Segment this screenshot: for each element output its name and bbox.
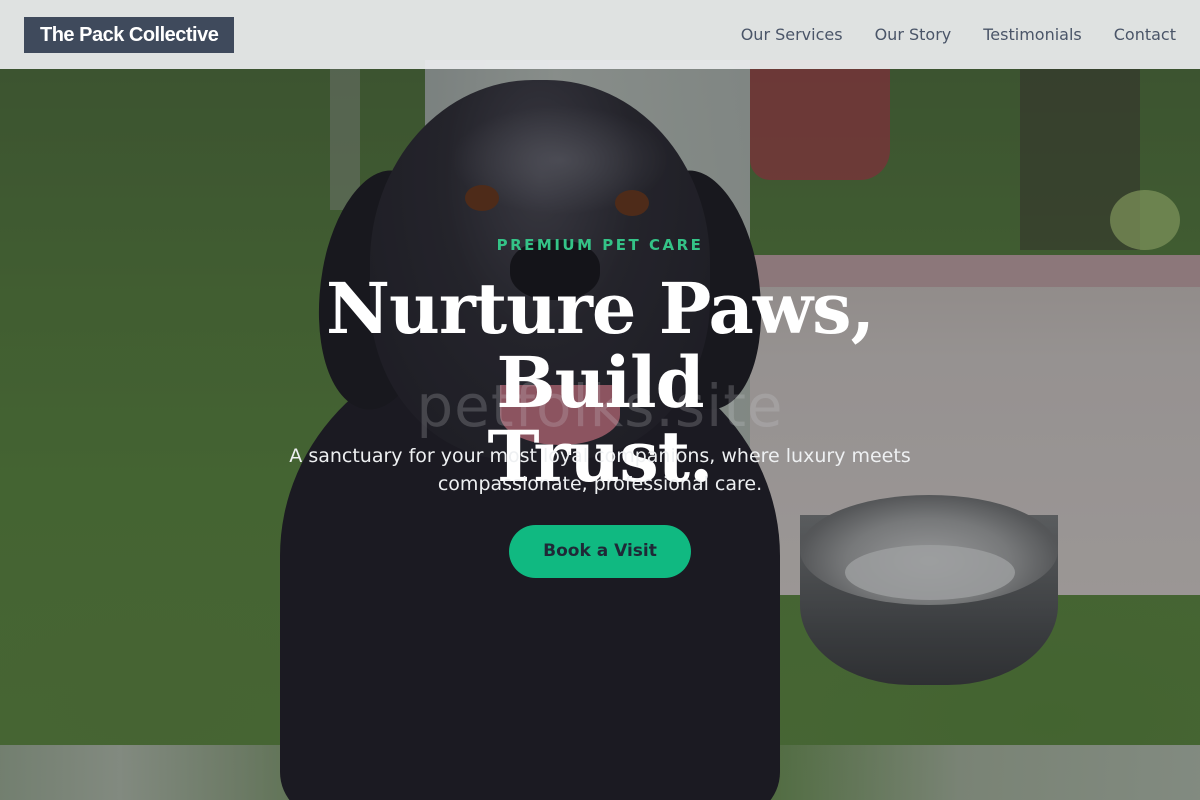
nav-links: Our Services Our Story Testimonials Cont… — [709, 25, 1176, 44]
brand-logo[interactable]: The Pack Collective — [24, 16, 235, 53]
hero-subtext: A sanctuary for your most loyal companio… — [289, 445, 911, 495]
nav-link-contact[interactable]: Contact — [1114, 25, 1176, 44]
book-a-visit-button[interactable]: Book a Visit — [509, 525, 691, 578]
nav-link-testimonials[interactable]: Testimonials — [983, 25, 1082, 44]
hero-eyebrow: PREMIUM PET CARE — [496, 236, 704, 254]
nav-link-our-services[interactable]: Our Services — [741, 25, 843, 44]
nav-link-our-story[interactable]: Our Story — [875, 25, 952, 44]
hero-headline-line-1: Nurture Paws, Build — [326, 267, 875, 424]
top-navigation: The Pack Collective Our Services Our Sto… — [0, 0, 1200, 69]
